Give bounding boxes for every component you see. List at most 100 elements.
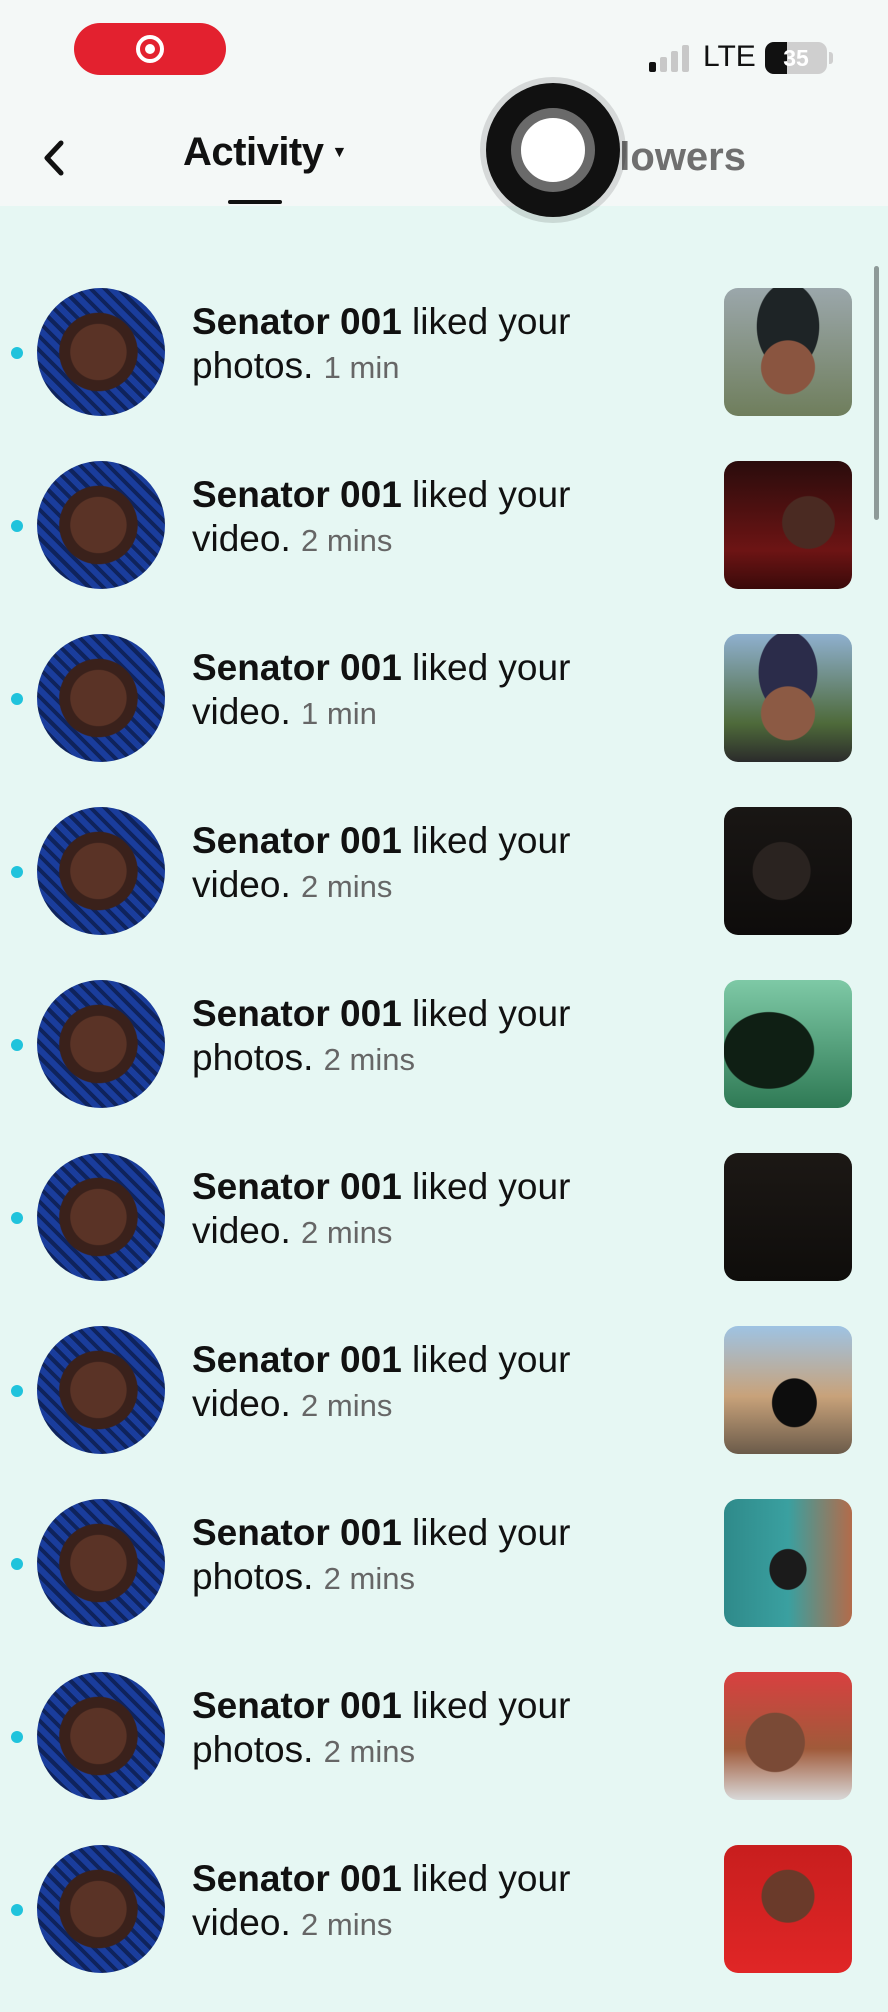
notification-username[interactable]: Senator 001: [192, 993, 402, 1034]
notification-time: 2 mins: [323, 1561, 415, 1596]
cellular-signal-icon: [649, 44, 691, 72]
notification-item[interactable]: Senator 001 liked your video. 2 mins: [0, 1320, 888, 1493]
notification-action: liked your: [401, 1339, 571, 1380]
notification-text: Senator 001 liked your video. 2 mins: [192, 473, 612, 563]
avatar[interactable]: [37, 1845, 165, 1973]
avatar[interactable]: [37, 807, 165, 935]
notification-object: video.: [192, 1210, 291, 1251]
status-bar: LTE 35: [0, 0, 888, 110]
notification-username[interactable]: Senator 001: [192, 1685, 402, 1726]
active-tab-indicator: [228, 200, 282, 204]
assistive-touch-button[interactable]: [486, 83, 620, 217]
post-thumbnail[interactable]: [724, 1153, 852, 1281]
post-thumbnail[interactable]: [724, 1326, 852, 1454]
unread-indicator: [11, 1904, 23, 1916]
unread-indicator: [11, 693, 23, 705]
notification-item[interactable]: Senator 001 liked your video. 2 mins: [0, 455, 888, 628]
notification-action: liked your: [401, 1685, 571, 1726]
scrollbar[interactable]: [874, 266, 879, 520]
notification-text: Senator 001 liked your video. 2 mins: [192, 1857, 612, 1947]
notification-action: liked your: [401, 1166, 571, 1207]
chevron-left-icon: [44, 140, 64, 176]
post-thumbnail[interactable]: [724, 1845, 852, 1973]
notification-object: video.: [192, 518, 291, 559]
notification-username[interactable]: Senator 001: [192, 474, 402, 515]
notification-time: 2 mins: [301, 1907, 393, 1942]
post-thumbnail[interactable]: [724, 1499, 852, 1627]
screen-recording-indicator[interactable]: [74, 23, 226, 75]
assistive-touch-icon: [511, 108, 595, 192]
unread-indicator: [11, 1039, 23, 1051]
notification-item[interactable]: Senator 001 liked your video. 1 min: [0, 628, 888, 801]
app-header: Activity ▼ llowers: [0, 110, 888, 206]
notification-action: liked your: [401, 301, 571, 342]
notification-time: 1 min: [301, 696, 377, 731]
notification-time: 2 mins: [301, 869, 393, 904]
notification-object: photos.: [192, 1729, 314, 1770]
notification-item[interactable]: Senator 001 liked your video. 2 mins: [0, 801, 888, 974]
notification-action: liked your: [401, 1512, 571, 1553]
unread-indicator: [11, 866, 23, 878]
battery-icon: 35: [765, 42, 827, 74]
notification-username[interactable]: Senator 001: [192, 301, 402, 342]
battery-level: 35: [783, 44, 809, 71]
notification-username[interactable]: Senator 001: [192, 1166, 402, 1207]
unread-indicator: [11, 1558, 23, 1570]
notification-username[interactable]: Senator 001: [192, 1512, 402, 1553]
post-thumbnail[interactable]: [724, 288, 852, 416]
notification-username[interactable]: Senator 001: [192, 820, 402, 861]
avatar[interactable]: [37, 288, 165, 416]
notification-item[interactable]: Senator 001 liked your video. 2 mins: [0, 1147, 888, 1320]
notification-object: video.: [192, 1383, 291, 1424]
unread-indicator: [11, 1731, 23, 1743]
notification-time: 2 mins: [301, 523, 393, 558]
post-thumbnail[interactable]: [724, 980, 852, 1108]
caret-down-icon: ▼: [331, 143, 348, 161]
avatar[interactable]: [37, 461, 165, 589]
notification-object: video.: [192, 1902, 291, 1943]
tab-followers-label: llowers: [608, 135, 746, 179]
back-button[interactable]: [28, 128, 88, 188]
notification-text: Senator 001 liked your photos. 1 min: [192, 300, 612, 390]
unread-indicator: [11, 1385, 23, 1397]
notification-item[interactable]: Senator 001 liked your photos. 2 mins: [0, 1493, 888, 1666]
unread-indicator: [11, 1212, 23, 1224]
notification-username[interactable]: Senator 001: [192, 1339, 402, 1380]
notification-text: Senator 001 liked your photos. 2 mins: [192, 992, 612, 1082]
avatar[interactable]: [37, 980, 165, 1108]
notification-item[interactable]: Senator 001 liked your photos. 2 mins: [0, 974, 888, 1147]
notification-object: video.: [192, 691, 291, 732]
notification-text: Senator 001 liked your video. 1 min: [192, 646, 612, 736]
notification-text: Senator 001 liked your photos. 2 mins: [192, 1684, 612, 1774]
avatar[interactable]: [37, 1153, 165, 1281]
avatar[interactable]: [37, 1499, 165, 1627]
tab-activity[interactable]: Activity ▼: [183, 130, 347, 175]
notification-action: liked your: [401, 993, 571, 1034]
notification-item[interactable]: Senator 001 liked your video. 2 mins: [0, 1839, 888, 2012]
post-thumbnail[interactable]: [724, 807, 852, 935]
notification-item[interactable]: Senator 001 liked your photos. 1 min: [0, 282, 888, 455]
tab-activity-label: Activity: [183, 130, 324, 174]
post-thumbnail[interactable]: [724, 634, 852, 762]
notification-time: 2 mins: [301, 1388, 393, 1423]
battery-cap: [829, 52, 833, 64]
avatar[interactable]: [37, 1326, 165, 1454]
notification-action: liked your: [401, 474, 571, 515]
notification-object: photos.: [192, 345, 314, 386]
notification-list[interactable]: video. 1 min Senator 001 liked your photos…: [0, 0, 888, 1973]
post-thumbnail[interactable]: [724, 461, 852, 589]
avatar[interactable]: [37, 1672, 165, 1800]
notification-username[interactable]: Senator 001: [192, 1858, 402, 1899]
notification-text: Senator 001 liked your video. 2 mins: [192, 1165, 612, 1255]
notification-action: liked your: [401, 1858, 571, 1899]
notification-action: liked your: [401, 820, 571, 861]
notification-item[interactable]: Senator 001 liked your photos. 2 mins: [0, 1666, 888, 1839]
unread-indicator: [11, 520, 23, 532]
notification-time: 1 min: [323, 350, 400, 385]
avatar[interactable]: [37, 634, 165, 762]
notification-object: photos.: [192, 1037, 314, 1078]
notification-username[interactable]: Senator 001: [192, 647, 402, 688]
network-type: LTE: [703, 40, 756, 73]
unread-indicator: [11, 347, 23, 359]
post-thumbnail[interactable]: [724, 1672, 852, 1800]
